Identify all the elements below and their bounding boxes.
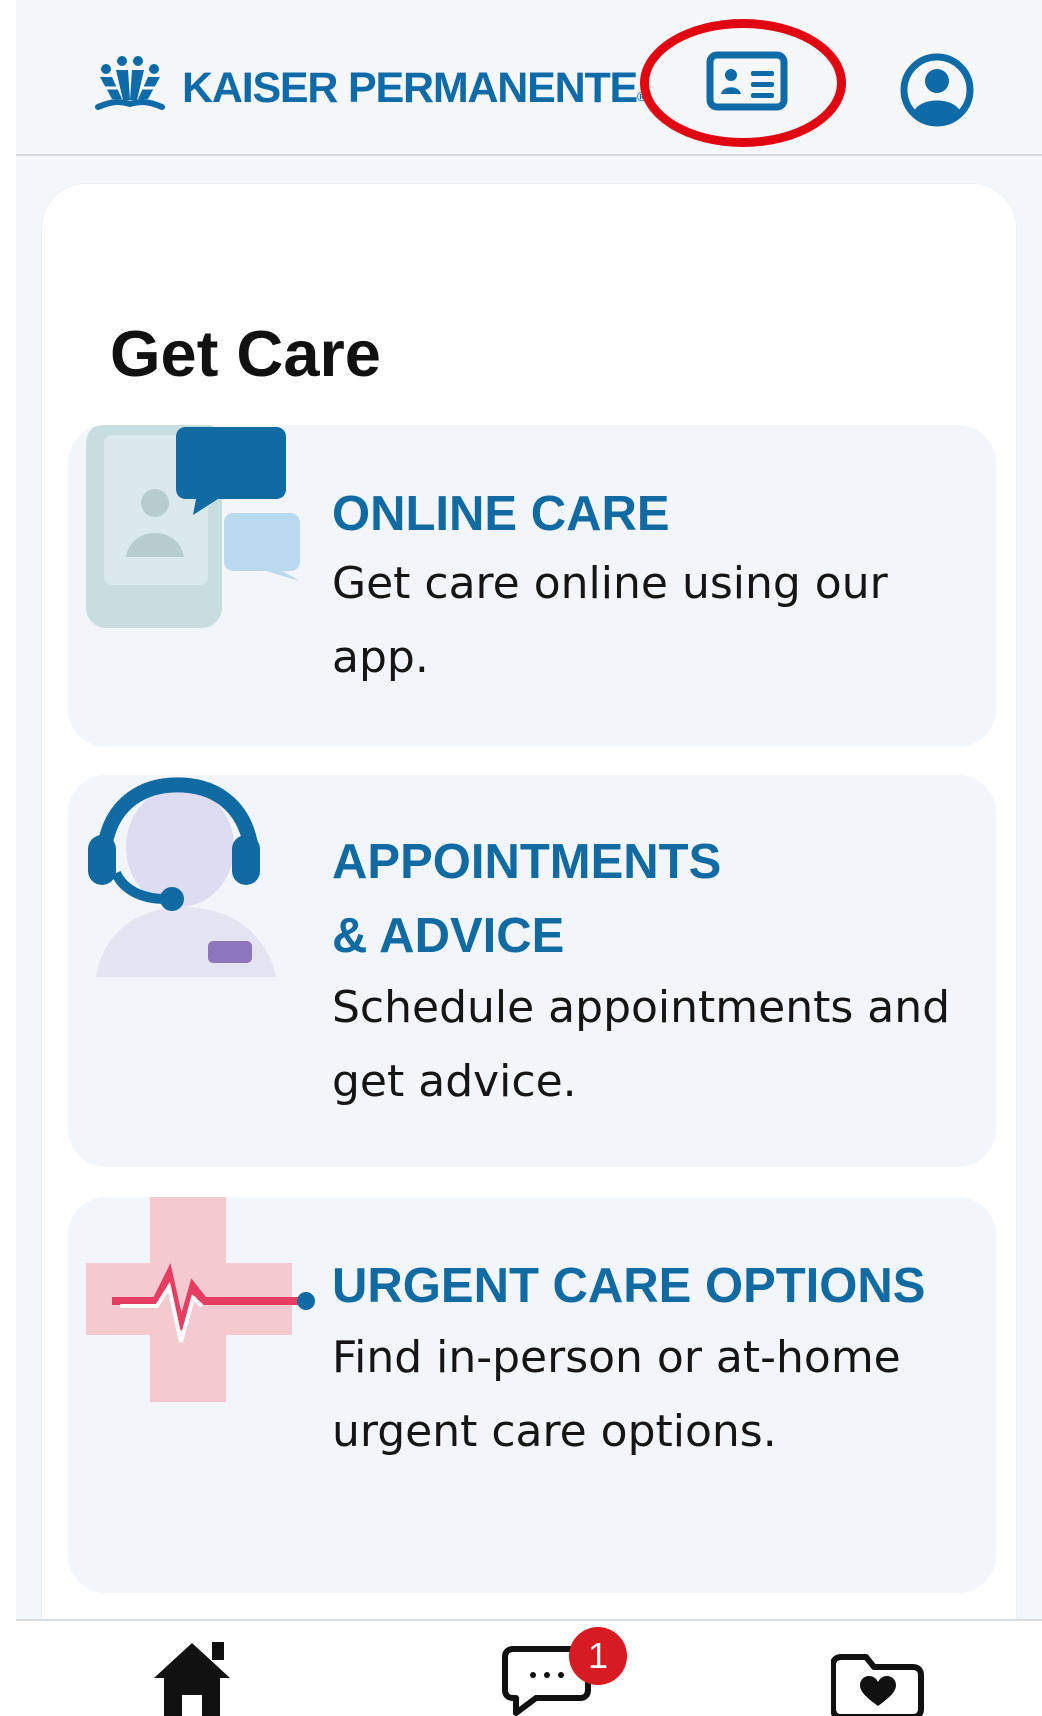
appointments-advice-card[interactable]: APPOINTMENTS & ADVICE Schedule appointme… bbox=[68, 775, 996, 1167]
highlight-circle bbox=[640, 19, 846, 147]
message-count-badge: 1 bbox=[569, 1627, 627, 1685]
top-app-bar: KAISER PERMANENTE® bbox=[16, 0, 1042, 156]
profile-icon bbox=[900, 53, 974, 127]
urgent-care-title: URGENT CARE OPTIONS bbox=[332, 1259, 926, 1313]
online-care-title: ONLINE CARE bbox=[332, 487, 670, 541]
appointments-description: Schedule appointments and get advice. bbox=[332, 982, 951, 1107]
brand-logo: KAISER PERMANENTE® bbox=[94, 52, 647, 122]
home-tab[interactable] bbox=[146, 1635, 246, 1716]
online-care-description: Get care online using our app. bbox=[332, 558, 888, 683]
urgent-care-illustration bbox=[86, 1197, 315, 1402]
urgent-care-description: Find in-person or at-home urgent care op… bbox=[332, 1332, 901, 1457]
folder-heart-icon bbox=[830, 1654, 924, 1716]
brand-name: KAISER PERMANENTE® bbox=[182, 64, 647, 113]
page-title: Get Care bbox=[110, 316, 381, 390]
kaiser-logo-mark bbox=[95, 56, 165, 110]
appointments-title-line-2: & ADVICE bbox=[332, 909, 565, 963]
online-care-illustration bbox=[86, 425, 300, 628]
urgent-care-options-card[interactable]: URGENT CARE OPTIONS Find in-person or at… bbox=[68, 1197, 996, 1593]
records-tab[interactable] bbox=[830, 1643, 931, 1716]
appointments-illustration bbox=[88, 777, 276, 977]
online-care-card[interactable]: ONLINE CARE Get care online using our ap… bbox=[68, 425, 996, 747]
brand-text: KAISER PERMANENTE bbox=[182, 64, 638, 112]
home-icon bbox=[154, 1642, 230, 1716]
app-screen: KAISER PERMANENTE® Get Care ONLINE CARE … bbox=[16, 0, 1042, 1716]
appointments-title-line-1: APPOINTMENTS bbox=[332, 835, 722, 889]
bottom-navigation bbox=[16, 1619, 1042, 1716]
profile-button[interactable] bbox=[896, 49, 978, 131]
